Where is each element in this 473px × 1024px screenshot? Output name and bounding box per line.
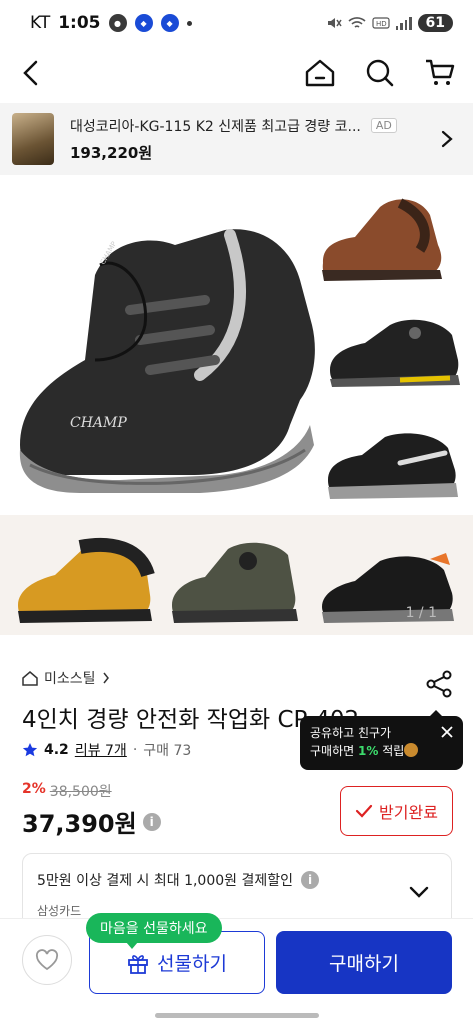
tooltip-close-button[interactable] <box>439 724 455 740</box>
svg-text:HD: HD <box>376 20 387 28</box>
thumb-shoe-black-white <box>328 433 458 499</box>
thumb-shoe-brown <box>322 198 442 281</box>
tooltip-reward-percent: 1% <box>358 744 379 758</box>
status-bar: KT 1:05 ● ◆ ◆ HD 61 <box>0 0 473 46</box>
price-info-icon[interactable]: i <box>142 812 161 831</box>
carrier-label: KT <box>30 13 51 33</box>
heart-icon <box>35 949 59 971</box>
back-button[interactable] <box>16 58 46 88</box>
share-icon <box>426 670 452 698</box>
discount-row: 2% 38,500원 <box>22 781 112 801</box>
ad-product-thumbnail <box>12 113 54 165</box>
chevron-right-small-icon <box>102 672 109 684</box>
home-small-icon <box>22 670 38 686</box>
battery-level: 61 <box>417 14 453 32</box>
signal-icon <box>395 16 412 30</box>
tooltip-line2-suffix: 적립 <box>382 744 405 758</box>
shoe-logo-text: CHAMP <box>70 415 127 431</box>
thumb-shoe-yellow-boot <box>18 537 155 623</box>
tooltip-line2-prefix: 구매하면 <box>310 744 355 758</box>
purchase-count: 구매 73 <box>143 743 192 759</box>
hd-icon: HD <box>371 17 390 29</box>
share-button[interactable] <box>425 670 455 700</box>
check-icon <box>355 804 373 818</box>
ad-product-price: 193,220원 <box>70 143 153 162</box>
product-detail-screen: KT 1:05 ● ◆ ◆ HD 61 대성코리아-KG-115 K2 신제품 … <box>0 0 473 1024</box>
benefit-line: 5만원 이상 결제 시 최대 1,000원 결제할인 i <box>37 870 437 890</box>
app-notification-icon: ◆ <box>134 14 153 32</box>
buy-button[interactable]: 구매하기 <box>276 931 452 994</box>
benefit-info-icon[interactable]: i <box>301 871 320 889</box>
product-image: CHAMP CHAMP <box>18 198 460 623</box>
final-price: 37,390원 <box>22 810 137 838</box>
chevron-right-icon <box>437 129 457 149</box>
image-counter: 1 / 1 <box>405 605 437 621</box>
gift-icon <box>128 954 148 974</box>
share-reward-tooltip: 공유하고 친구가 구매하면 1% 적립 <box>300 710 463 770</box>
buy-button-label: 구매하기 <box>329 953 399 975</box>
cart-button[interactable] <box>423 56 457 90</box>
home-icon <box>305 59 335 87</box>
talk-notification-icon: ● <box>108 14 127 32</box>
brand-name: 미소스틸 <box>44 671 96 687</box>
ad-product-title: 대성코리아-KG-115 K2 신제품 최고급 경량 코... <box>70 118 361 135</box>
clock: 1:05 <box>58 13 101 33</box>
purchase-separator: · <box>132 742 138 758</box>
product-image-gallery[interactable]: CHAMP CHAMP 1 / 1 <box>0 175 473 635</box>
nav-actions <box>303 56 457 90</box>
wifi-icon <box>347 17 366 28</box>
rating-row: 4.2 리뷰 7개 · 구매 73 <box>22 740 191 760</box>
coupon-label: 받기완료 <box>379 803 438 822</box>
mute-icon <box>327 18 342 28</box>
more-notifications-dot <box>186 20 192 26</box>
coin-icon <box>404 743 419 757</box>
gift-promo-pill: 마음을 선물하세요 <box>86 913 222 949</box>
search-button[interactable] <box>363 56 397 90</box>
ad-product-info: 대성코리아-KG-115 K2 신제품 최고급 경량 코... AD 193,2… <box>70 116 437 163</box>
thumb-shoe-black-yellow <box>330 319 460 387</box>
original-price: 38,500원 <box>49 784 112 800</box>
app-notification-icon-2: ◆ <box>160 14 179 32</box>
ad-title-row: 대성코리아-KG-115 K2 신제품 최고급 경량 코... AD <box>70 116 437 136</box>
ad-badge: AD <box>370 118 397 133</box>
benefit-text: 5만원 이상 결제 시 최대 1,000원 결제할인 <box>37 873 294 889</box>
close-icon <box>441 726 453 738</box>
thumb-shoe-gray-boot <box>172 542 298 623</box>
coupon-received-button[interactable]: 받기완료 <box>340 786 453 836</box>
home-button[interactable] <box>303 56 337 90</box>
ad-product-banner[interactable]: 대성코리아-KG-115 K2 신제품 최고급 경량 코... AD 193,2… <box>0 103 473 175</box>
chevron-left-icon <box>23 60 38 86</box>
gift-button-label: 선물하기 <box>157 953 227 975</box>
tooltip-line1: 공유하고 친구가 <box>310 726 392 740</box>
wishlist-button[interactable] <box>22 935 72 985</box>
search-icon <box>366 59 394 87</box>
reviews-link[interactable]: 리뷰 7개 <box>75 740 127 760</box>
final-price-row: 37,390원 i <box>22 804 161 839</box>
home-indicator <box>155 1013 319 1018</box>
top-nav <box>0 46 473 100</box>
status-left: KT 1:05 ● ◆ ◆ <box>30 13 192 33</box>
cart-icon <box>426 59 455 85</box>
chevron-down-icon <box>409 884 429 904</box>
status-right: HD 61 <box>326 14 453 32</box>
main-shoe-image: CHAMP CHAMP <box>19 229 315 493</box>
star-icon <box>22 743 38 757</box>
tooltip-line2: 구매하면 1% 적립 <box>310 742 453 760</box>
discount-percent: 2% <box>22 781 46 797</box>
rating-score: 4.2 <box>44 742 69 758</box>
bottom-action-bar: 선물하기 구매하기 <box>0 918 473 1024</box>
brand-link[interactable]: 미소스틸 <box>22 668 110 688</box>
